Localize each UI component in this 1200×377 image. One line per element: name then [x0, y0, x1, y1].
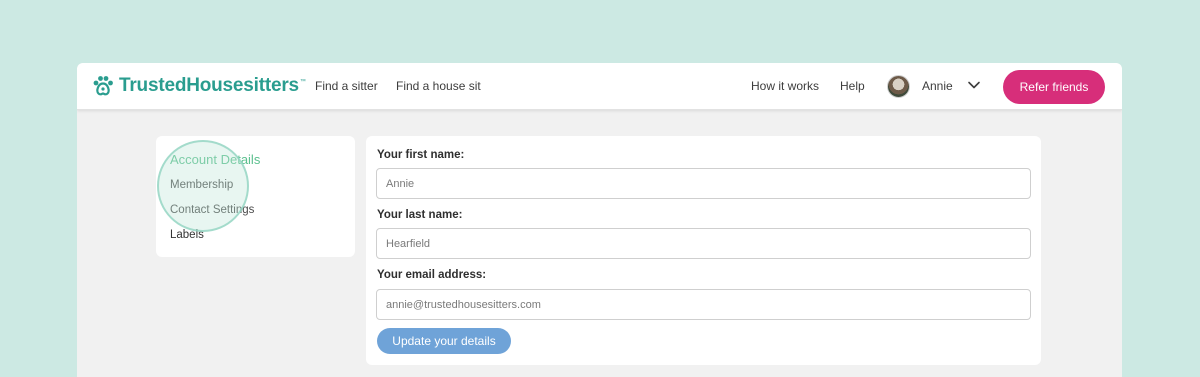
sidebar-item-membership[interactable]: Membership	[170, 179, 233, 191]
app-window: TrustedHousesitters ™ Find a sitter Find…	[77, 63, 1122, 377]
user-name[interactable]: Annie	[922, 79, 953, 93]
account-sidebar: Account Details Membership Contact Setti…	[156, 136, 355, 257]
nav-link-how-it-works[interactable]: How it works	[751, 79, 819, 93]
brand-trademark: ™	[299, 79, 306, 85]
sidebar-item-account-details[interactable]: Account Details	[170, 152, 260, 167]
brand-name: TrustedHousesitters	[119, 75, 299, 96]
brand-logo[interactable]: TrustedHousesitters ™	[91, 74, 306, 98]
nav-link-help[interactable]: Help	[840, 79, 865, 93]
last-name-input[interactable]	[376, 228, 1031, 259]
sidebar-item-labels[interactable]: Labels	[170, 229, 204, 241]
first-name-label: Your first name:	[377, 149, 465, 161]
paw-icon	[93, 76, 113, 96]
email-label: Your email address:	[377, 269, 487, 281]
first-name-input[interactable]	[376, 168, 1031, 199]
update-details-button[interactable]: Update your details	[377, 328, 511, 354]
account-details-form: Your first name: Your last name: Your em…	[366, 136, 1041, 365]
nav-link-find-a-sitter[interactable]: Find a sitter	[315, 79, 378, 93]
email-input[interactable]	[376, 289, 1031, 320]
top-navbar: TrustedHousesitters ™ Find a sitter Find…	[77, 63, 1122, 110]
nav-link-find-a-house-sit[interactable]: Find a house sit	[396, 79, 481, 93]
sidebar-item-contact-settings[interactable]: Contact Settings	[170, 204, 254, 216]
chevron-down-icon[interactable]	[967, 78, 981, 92]
user-avatar[interactable]	[887, 75, 910, 98]
refer-friends-button[interactable]: Refer friends	[1003, 70, 1105, 104]
last-name-label: Your last name:	[377, 209, 463, 221]
